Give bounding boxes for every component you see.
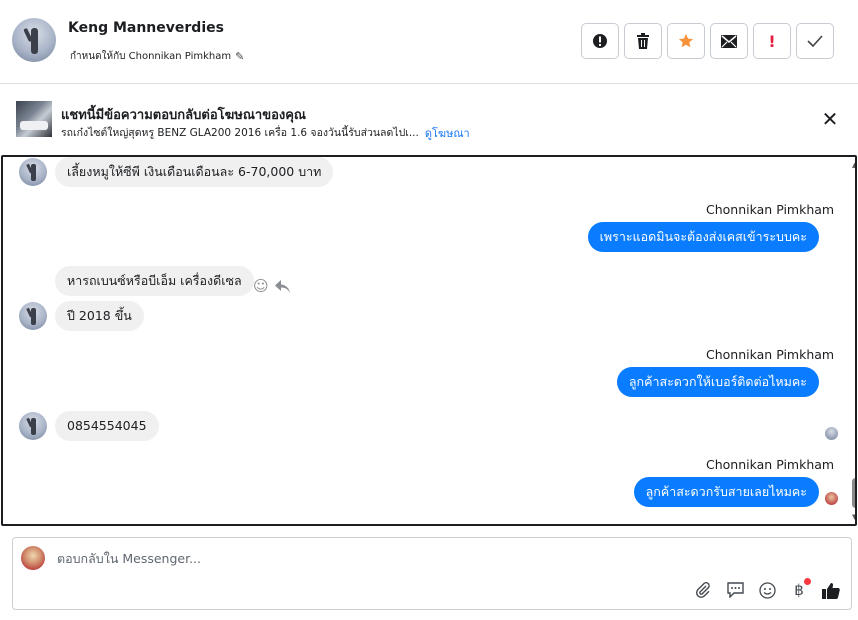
star-icon	[678, 34, 694, 48]
scroll-down-arrow[interactable]: ▼	[852, 513, 855, 521]
conversation-header: Keng Manneverdies กำหนดให้กับ Chonnikan …	[0, 0, 858, 84]
thread-scrollbar[interactable]: ▲ ▼	[852, 157, 855, 524]
reply-icon[interactable]	[274, 279, 290, 293]
message-bubble-incoming[interactable]: ปี 2018 ขึ้น	[55, 301, 144, 331]
check-icon	[807, 35, 823, 47]
reply-composer: ฿	[12, 537, 852, 610]
mark-unread-button[interactable]	[710, 23, 748, 59]
message-bubble-outgoing[interactable]: เพราะแอดมินจะต้องส่งเคสเข้าระบบคะ	[587, 222, 819, 252]
page-avatar	[21, 546, 45, 570]
message-bubble-outgoing[interactable]: ลูกค้าสะดวกรับสายเลยไหมคะ	[633, 477, 819, 507]
sender-name: Chonnikan Pimkham	[706, 202, 835, 217]
star-button[interactable]	[667, 23, 705, 59]
message-bubble-incoming[interactable]: 0854554045	[55, 411, 159, 441]
delivered-avatar	[825, 492, 838, 505]
reply-input[interactable]	[57, 551, 657, 566]
mark-done-button[interactable]	[796, 23, 834, 59]
alert-circle-icon	[593, 34, 607, 48]
exclamation-icon: !	[768, 31, 776, 51]
thumbs-up-icon[interactable]	[821, 580, 841, 600]
message-thread[interactable]: เลี้ยงหมูให้ซีพี เงินเดือนเดือนละ 6-70,0…	[1, 155, 857, 526]
contact-avatar[interactable]	[12, 18, 56, 62]
assignee-label: กำหนดให้กับ Chonnikan Pimkham	[70, 51, 232, 62]
payment-icon[interactable]: ฿	[789, 578, 811, 600]
contact-name[interactable]: Keng Manneverdies	[68, 20, 224, 36]
pencil-icon[interactable]: ✎	[235, 50, 244, 63]
sender-avatar[interactable]	[19, 302, 47, 330]
scrollbar-thumb[interactable]	[852, 478, 855, 508]
scroll-up-arrow[interactable]: ▲	[852, 161, 855, 169]
message-bubble-incoming[interactable]: เลี้ยงหมูให้ซีพี เงินเดือนเดือนละ 6-70,0…	[55, 157, 334, 187]
trash-icon	[637, 33, 649, 49]
smiley-icon[interactable]: ☺	[253, 277, 269, 295]
close-icon[interactable]: ✕	[821, 109, 839, 129]
sender-name: Chonnikan Pimkham	[706, 457, 835, 472]
emoji-icon[interactable]	[757, 580, 777, 600]
assignee-row[interactable]: กำหนดให้กับ Chonnikan Pimkham ✎	[70, 49, 244, 64]
sender-avatar[interactable]	[19, 158, 47, 186]
composer-toolbar: ฿	[693, 578, 841, 600]
paperclip-icon[interactable]	[693, 580, 713, 600]
message-actions: ☺	[253, 277, 290, 295]
conversation-actions: !	[581, 23, 839, 59]
notification-dot	[804, 578, 811, 585]
mail-icon	[721, 34, 737, 48]
delete-button[interactable]	[624, 23, 662, 59]
mark-spam-button[interactable]	[581, 23, 619, 59]
ad-banner-subtitle-row: รถเก๋งไซต์ใหญ่สุดหรู BENZ GLA200 2016 เค…	[61, 124, 470, 142]
sender-name: Chonnikan Pimkham	[706, 347, 835, 362]
read-receipt-avatar	[825, 427, 838, 440]
sender-avatar[interactable]	[19, 412, 47, 440]
message-bubble-incoming[interactable]: หารถเบนซ์หรือบีเอ็ม เครื่องดีเซล	[55, 266, 254, 296]
message-bubble-outgoing[interactable]: ลูกค้าสะดวกให้เบอร์ติดต่อไหมคะ	[616, 367, 819, 397]
saved-replies-icon[interactable]	[725, 580, 745, 600]
ad-banner-title: แชทนี้มีข้อความตอบกลับต่อโฆษณาของคุณ	[61, 108, 306, 123]
ad-description: รถเก๋งไซต์ใหญ่สุดหรู BENZ GLA200 2016 เค…	[61, 127, 419, 139]
follow-up-button[interactable]: !	[753, 23, 791, 59]
ad-thumbnail[interactable]	[16, 101, 52, 137]
view-ad-link[interactable]: ดูโฆษณา	[425, 124, 470, 142]
